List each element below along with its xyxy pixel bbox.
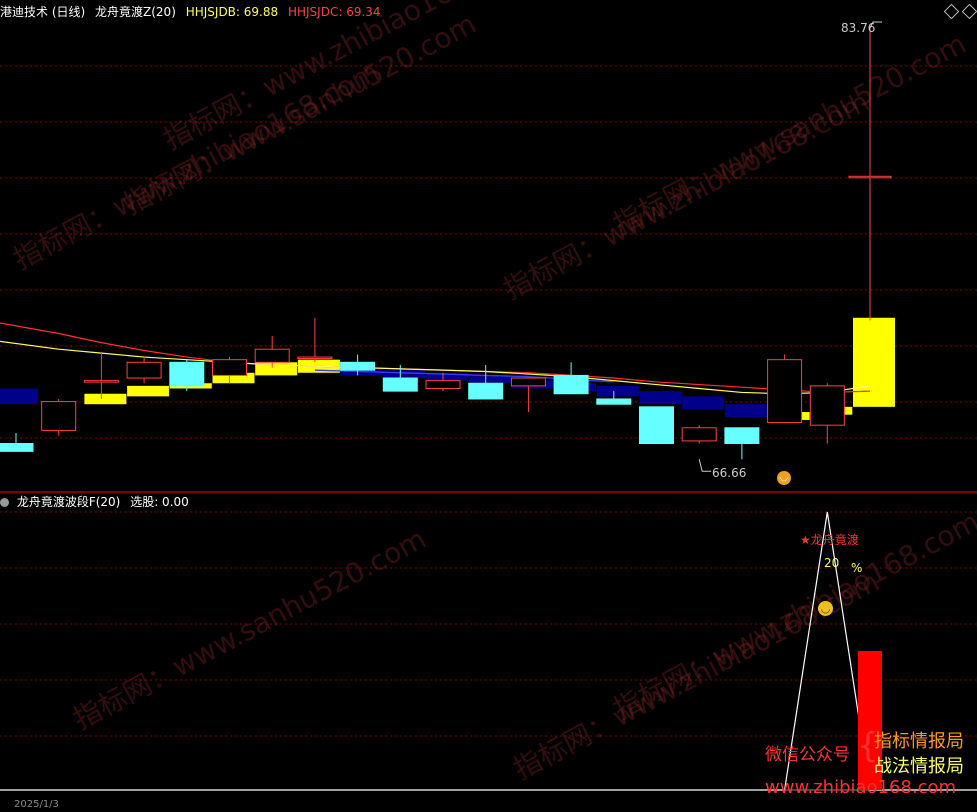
candle-body-2 (83, 380, 119, 383)
candle-body-7 (297, 356, 333, 360)
promo-line1: 指标情报局 (874, 731, 964, 752)
signal-name: 龙舟竟渡 (810, 533, 859, 547)
candle-body-11 (468, 382, 504, 400)
chart-canvas: 指标网：www.zhibiao168.com 指标网：www.sanhu520.c… (0, 0, 977, 791)
watermark-1: 指标网：www.sanhu520.com (118, 7, 482, 221)
band-bar-2 (84, 393, 127, 405)
candle-body-5 (212, 359, 247, 376)
candle-body-1 (41, 401, 77, 431)
candle-body-19 (809, 385, 845, 426)
band-bar-9 (383, 370, 426, 379)
candles (0, 21, 892, 472)
low-marker (698, 459, 712, 472)
smile-icon: ◡ (818, 601, 833, 616)
candle-body-13 (553, 374, 589, 395)
band-bar-14 (596, 385, 639, 397)
band-bar-0 (0, 388, 38, 405)
xuangu-value: 选股: 0.00 (130, 495, 189, 509)
watermark-7: 指标网：www.zhibiao168.com (608, 505, 977, 726)
sub-header: 龙舟竟渡波段F(20) 选股: 0.00 (0, 495, 189, 509)
watermark-5: 指标网：www.sanhu520.com (68, 522, 432, 736)
band-bar-16 (682, 396, 725, 410)
candle-body-9 (382, 377, 418, 392)
band-bar-17 (724, 404, 767, 418)
candle-body-4 (169, 361, 205, 387)
band-bar-20 (853, 317, 895, 407)
band-bar-15 (639, 391, 682, 405)
candle-body-17 (724, 427, 760, 445)
star-icon: ★ (800, 533, 811, 547)
high-price-label: 83.76 (841, 21, 876, 35)
sub-indicator-name[interactable]: 龙舟竟渡波段F(20) (17, 495, 121, 509)
hhjsjdc-value: HHJSJDC: 69.34 (287, 5, 381, 19)
promo-wechat: 微信公众号 (765, 745, 850, 765)
promo-url: www.zhibiao168.com (765, 777, 957, 798)
low-price-label: 66.66 (712, 466, 747, 480)
candle-body-15 (639, 406, 674, 445)
pane-toggle-icon[interactable] (0, 498, 9, 507)
candle-body-10 (425, 380, 461, 389)
candle-body-8 (340, 361, 376, 371)
signal-value: 20 (824, 556, 840, 570)
face-icon: ◡ (777, 471, 791, 485)
candle-body-6 (254, 348, 290, 363)
candle-body-20 (848, 175, 892, 179)
main-header: 港迪技术 (日线) 龙舟竟渡Z(20) HHJSJDB: 69.88 HHJSJ… (0, 5, 381, 19)
date-partial: 2025/1/3 (14, 799, 59, 810)
candle-body-12 (510, 377, 546, 387)
watermark-4: 指标网：www.sanhu520.com (608, 27, 972, 241)
promo-line2: 战法情报局 (874, 756, 964, 777)
candle-body-14 (596, 398, 632, 405)
chart-stage: 指标网：www.zhibiao168.com 指标网：www.sanhu520.c… (0, 0, 977, 810)
stock-title[interactable]: 港迪技术 (日线) (0, 5, 85, 19)
band-bar-3 (127, 385, 170, 397)
indicator-name[interactable]: 龙舟竟渡Z(20) (95, 5, 176, 19)
candle-body-0 (0, 443, 34, 452)
hhjsjdb-value: HHJSJDB: 69.88 (185, 5, 279, 19)
signal-label: ★龙舟竟渡 (800, 533, 859, 547)
candle-body-16 (681, 427, 717, 442)
candle-body-3 (126, 361, 162, 379)
signal-unit: % (851, 561, 863, 575)
candle-body-18 (767, 359, 803, 424)
